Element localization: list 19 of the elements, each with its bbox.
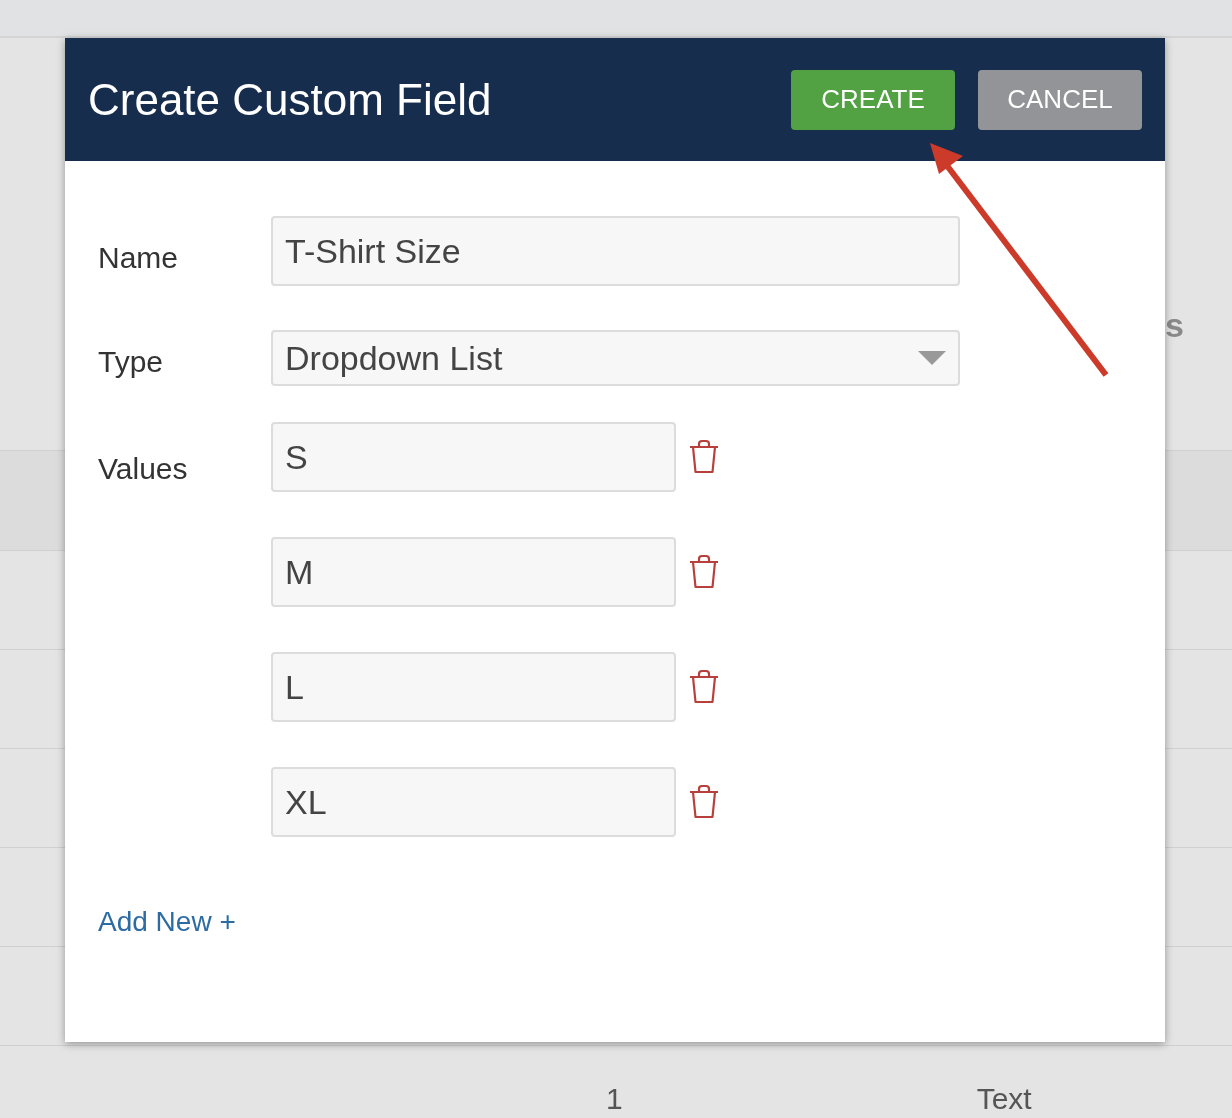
field-label: Type [98,343,165,380]
value-input-field[interactable]: XL [271,767,676,837]
column-header: s [1165,305,1184,346]
table-cell-text: 1 [606,1081,623,1117]
trash-icon[interactable] [688,554,720,590]
dialog-title: Create Custom Field [88,73,493,126]
value-input-field[interactable]: L [271,652,676,722]
field-label: Values [98,451,189,487]
value-input-field[interactable]: M [271,537,676,607]
dropdown-caret-icon [918,351,946,365]
trash-icon[interactable] [688,439,720,475]
field-label: Name [98,239,180,276]
add-new-link[interactable]: Add New + [98,901,236,943]
trash-icon[interactable] [688,669,720,705]
value-input-field[interactable]: S [271,422,676,492]
table-cell-text: Text [976,1081,1032,1117]
type-select-field[interactable]: Dropdown List [271,330,960,386]
name-input-field[interactable]: T-Shirt Size [271,216,960,286]
trash-icon[interactable] [688,784,720,820]
